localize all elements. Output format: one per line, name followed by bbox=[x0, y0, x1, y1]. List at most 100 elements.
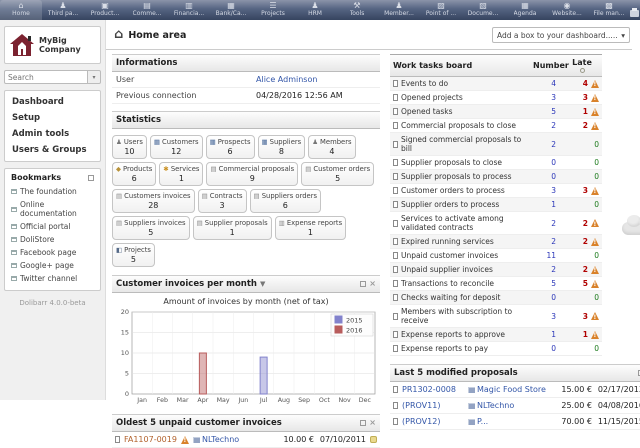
task-label[interactable]: Signed commercial proposals to bill bbox=[401, 135, 527, 153]
task-number[interactable]: 5 bbox=[530, 279, 556, 288]
task-late[interactable]: 0 bbox=[594, 200, 599, 209]
menu-tab[interactable]: ⌂ Home bbox=[0, 0, 42, 20]
task-label[interactable]: Supplier orders to process bbox=[401, 200, 527, 209]
task-late[interactable]: 5 bbox=[583, 279, 588, 288]
task-label[interactable]: Opened projects bbox=[401, 93, 527, 102]
task-label[interactable]: Events to do bbox=[401, 79, 527, 88]
task-number[interactable]: 2 bbox=[530, 140, 556, 149]
task-label[interactable]: Supplier proposals to process bbox=[401, 172, 527, 181]
company-link[interactable]: Magic Food Store bbox=[468, 385, 546, 394]
menu-tab[interactable]: ♟ HRM bbox=[294, 0, 336, 20]
bookmark-item[interactable]: Google+ page bbox=[9, 259, 96, 272]
menu-tab[interactable]: ♟ Member... bbox=[378, 0, 420, 20]
task-late[interactable]: 2 bbox=[583, 121, 588, 130]
filter-icon[interactable]: ▼ bbox=[260, 280, 265, 288]
task-number[interactable]: 0 bbox=[530, 293, 556, 302]
task-number[interactable]: 4 bbox=[530, 79, 556, 88]
sidebar-menu-item[interactable]: Setup bbox=[5, 110, 100, 126]
task-number[interactable]: 0 bbox=[530, 172, 556, 181]
task-late[interactable]: 0 bbox=[594, 293, 599, 302]
task-label[interactable]: Customer orders to process bbox=[401, 186, 527, 195]
task-number[interactable]: 11 bbox=[530, 251, 556, 260]
close-icon[interactable]: × bbox=[369, 420, 376, 426]
bookmarks-window-icon[interactable] bbox=[88, 175, 94, 181]
bookmark-item[interactable]: The foundation bbox=[9, 185, 96, 198]
invoice-ref-link[interactable]: FA1107-0019 bbox=[124, 435, 177, 444]
bookmark-item[interactable]: Online documentation bbox=[9, 198, 96, 220]
task-late[interactable]: 0 bbox=[594, 158, 599, 167]
proposal-ref-link[interactable]: PR1302-0008 bbox=[402, 385, 464, 394]
menu-tab[interactable]: ▨ Point of ... bbox=[420, 0, 462, 20]
stat-chip[interactable]: ▤ Supplier proposals 1 bbox=[193, 216, 272, 240]
add-box-dropdown[interactable]: Add a box to your dashboard..... ▾ bbox=[492, 27, 630, 43]
maximize-icon[interactable] bbox=[360, 420, 366, 426]
task-label[interactable]: Unpaid customer invoices bbox=[401, 251, 527, 260]
task-number[interactable]: 5 bbox=[530, 107, 556, 116]
stat-chip[interactable]: ▤ Suppliers invoices 5 bbox=[112, 216, 190, 240]
company-link[interactable]: NLTechno bbox=[468, 401, 546, 410]
menu-tab[interactable]: ▥ Financia... bbox=[168, 0, 210, 20]
stat-chip[interactable]: ▦ Prospects 6 bbox=[206, 135, 255, 159]
task-late[interactable]: 2 bbox=[583, 237, 588, 246]
task-label[interactable]: Members with subscription to receive bbox=[401, 307, 527, 325]
task-late[interactable]: 0 bbox=[594, 172, 599, 181]
sidebar-menu-item[interactable]: Admin tools bbox=[5, 126, 100, 142]
sidebar-menu-item[interactable]: Dashboard bbox=[5, 94, 100, 110]
task-late[interactable]: 0 bbox=[594, 140, 599, 149]
task-label[interactable]: Unpaid supplier invoices bbox=[401, 265, 527, 274]
task-number[interactable]: 1 bbox=[530, 330, 556, 339]
stat-chip[interactable]: ▤ Contracts 3 bbox=[198, 189, 247, 213]
company-link[interactable]: NLTechno bbox=[193, 435, 268, 444]
task-number[interactable]: 2 bbox=[530, 237, 556, 246]
bookmark-item[interactable]: Official portal bbox=[9, 220, 96, 233]
menu-tab[interactable]: ▣ Product... bbox=[84, 0, 126, 20]
task-late[interactable]: 4 bbox=[583, 79, 588, 88]
stat-chip[interactable]: ♟ Users 10 bbox=[112, 135, 147, 159]
task-label[interactable]: Commercial proposals to close bbox=[401, 121, 527, 130]
bookmark-item[interactable]: Facebook page bbox=[9, 246, 96, 259]
printer-icon[interactable] bbox=[630, 10, 639, 17]
task-number[interactable]: 2 bbox=[530, 219, 556, 228]
menu-tab[interactable]: ▩ File man... bbox=[588, 0, 630, 20]
task-number[interactable]: 3 bbox=[530, 186, 556, 195]
menu-tab[interactable]: ◉ Website... bbox=[546, 0, 588, 20]
task-label[interactable]: Transactions to reconcile bbox=[401, 279, 527, 288]
menu-tab[interactable]: ▧ Docume... bbox=[462, 0, 504, 20]
stat-chip[interactable]: ▦ Suppliers 8 bbox=[258, 135, 306, 159]
task-label[interactable]: Expense reports to approve bbox=[401, 330, 527, 339]
task-late[interactable]: 2 bbox=[583, 219, 588, 228]
task-label[interactable]: Checks waiting for deposit bbox=[401, 293, 527, 302]
search-input[interactable] bbox=[4, 70, 88, 84]
stat-chip[interactable]: ▤ Suppliers orders 6 bbox=[250, 189, 322, 213]
search-dropdown-button[interactable]: ▾ bbox=[88, 70, 101, 84]
task-number[interactable]: 0 bbox=[530, 158, 556, 167]
maximize-icon[interactable] bbox=[360, 281, 366, 287]
task-late[interactable]: 3 bbox=[583, 186, 588, 195]
menu-tab[interactable]: ▦ Agenda bbox=[504, 0, 546, 20]
menu-tab[interactable]: ▤ Comme... bbox=[126, 0, 168, 20]
menu-tab[interactable]: ☰ Projects bbox=[252, 0, 294, 20]
stat-chip[interactable]: ♟ Members 4 bbox=[308, 135, 355, 159]
bookmark-item[interactable]: DoliStore bbox=[9, 233, 96, 246]
task-late[interactable]: 1 bbox=[583, 107, 588, 116]
task-number[interactable]: 2 bbox=[530, 265, 556, 274]
task-number[interactable]: 3 bbox=[530, 312, 556, 321]
menu-tab[interactable]: ⚒ Tools bbox=[336, 0, 378, 20]
proposal-ref-link[interactable]: (PROV12) bbox=[402, 417, 464, 426]
number-column-header[interactable]: Number bbox=[533, 61, 565, 70]
stat-chip[interactable]: ▤ Customers invoices 28 bbox=[112, 189, 195, 213]
menu-tab[interactable]: ▦ Bank/Ca... bbox=[210, 0, 252, 20]
task-number[interactable]: 2 bbox=[530, 121, 556, 130]
task-late[interactable]: 3 bbox=[583, 93, 588, 102]
task-late[interactable]: 1 bbox=[583, 330, 588, 339]
stat-chip[interactable]: ✱ Services 1 bbox=[159, 162, 203, 186]
company-link[interactable]: P... bbox=[468, 417, 546, 426]
stat-chip[interactable]: ◧ Projects 5 bbox=[112, 243, 155, 267]
stat-chip[interactable]: ◆ Products 6 bbox=[112, 162, 156, 186]
proposal-ref-link[interactable]: (PROV11) bbox=[402, 401, 464, 410]
task-label[interactable]: Services to activate among validated con… bbox=[401, 214, 527, 232]
stat-chip[interactable]: ▥ Expense reports 1 bbox=[275, 216, 346, 240]
task-label[interactable]: Expired running services bbox=[401, 237, 527, 246]
task-number[interactable]: 1 bbox=[530, 200, 556, 209]
task-late[interactable]: 0 bbox=[594, 251, 599, 260]
